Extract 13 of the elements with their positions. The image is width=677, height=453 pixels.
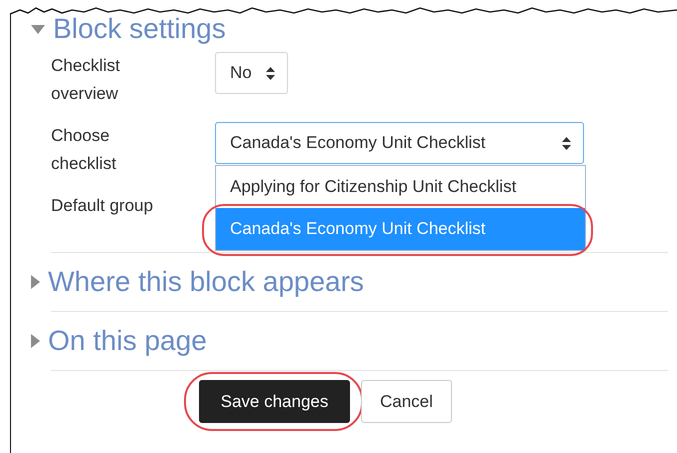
expand-caret-icon[interactable] — [31, 275, 40, 289]
field-label: Default group — [51, 195, 154, 217]
save-button[interactable]: Save changes — [199, 380, 350, 423]
sort-arrows-icon — [562, 136, 571, 150]
select-field[interactable]: No — [215, 52, 288, 94]
select-field[interactable]: Canada's Economy Unit Checklist — [215, 122, 584, 164]
sort-arrows-icon — [266, 66, 275, 80]
expand-caret-icon[interactable] — [31, 334, 40, 348]
dropdown-option[interactable]: Applying for Citizenship Unit Checklist — [216, 166, 585, 208]
field-label: Checklist overview — [51, 55, 121, 105]
collapse-caret-icon[interactable] — [31, 24, 45, 34]
cancel-button[interactable]: Cancel — [361, 380, 452, 423]
field-label: Choose checklist — [51, 125, 118, 175]
